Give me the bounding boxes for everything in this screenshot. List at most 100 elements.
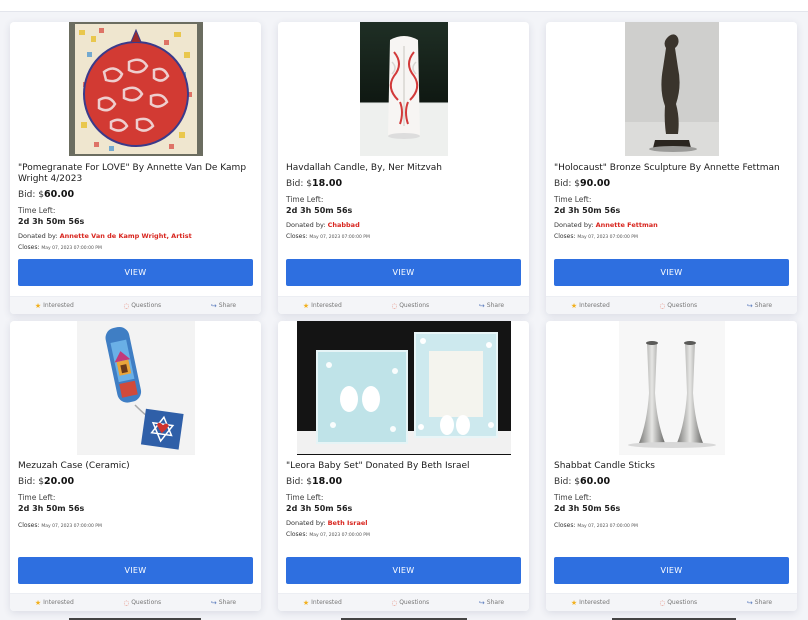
share-button[interactable]: ↪ Share xyxy=(747,302,772,310)
item-title[interactable]: "Pomegranate For LOVE" By Annette Van De… xyxy=(18,163,253,185)
comment-icon: ◌ xyxy=(659,598,666,607)
donor-name: Annette Van de Kamp Wright, Artist xyxy=(59,232,192,240)
auction-card: Havdallah Candle, By, Ner Mitzvah Bid: $… xyxy=(278,22,529,314)
star-icon: ★ xyxy=(302,598,310,607)
share-icon: ↪ xyxy=(746,598,753,607)
time-left-label: Time Left: xyxy=(18,493,56,502)
bid-amount: Bid: $60.00 xyxy=(18,189,75,200)
questions-button[interactable]: ◌ Questions xyxy=(124,302,162,310)
donated-by: Donated by: Beth Israel xyxy=(286,519,368,527)
view-button[interactable]: VIEW xyxy=(554,259,789,286)
interested-button[interactable]: ★ Interested xyxy=(303,599,342,607)
closes-date: Closes: May 07, 2023 07:00:00 PM xyxy=(18,522,102,529)
time-left-label: Time Left: xyxy=(554,195,592,204)
interested-button[interactable]: ★ Interested xyxy=(571,599,610,607)
star-icon: ★ xyxy=(34,598,42,607)
bid-amount: Bid: $60.00 xyxy=(554,476,611,487)
view-button[interactable]: VIEW xyxy=(554,557,789,584)
questions-button[interactable]: ◌ Questions xyxy=(660,599,698,607)
card-actions: ★ Interested ◌ Questions ↪ Share xyxy=(546,296,797,314)
comment-icon: ◌ xyxy=(391,598,398,607)
comment-icon: ◌ xyxy=(123,301,130,310)
time-left-value: 2d 3h 50m 56s xyxy=(554,206,621,215)
card-actions: ★ Interested ◌ Questions ↪ Share xyxy=(278,593,529,611)
donated-by: Donated by: Annette Van de Kamp Wright, … xyxy=(18,232,192,240)
share-icon: ↪ xyxy=(210,301,217,310)
questions-button[interactable]: ◌ Questions xyxy=(124,599,162,607)
closes-date: Closes: May 07, 2023 07:00:00 PM xyxy=(18,244,102,251)
auction-card: Shabbat Candle Sticks Bid: $60.00 Time L… xyxy=(546,321,797,611)
interested-button[interactable]: ★ Interested xyxy=(571,302,610,310)
item-image-candle-sticks[interactable] xyxy=(618,321,725,455)
card-actions: ★ Interested ◌ Questions ↪ Share xyxy=(546,593,797,611)
item-image-pomegranate-painting[interactable] xyxy=(68,22,203,156)
donor-name: Chabbad xyxy=(327,221,360,229)
donor-name: Annette Fettman xyxy=(595,221,658,229)
time-left-label: Time Left: xyxy=(554,493,592,502)
donated-by: Donated by: Chabbad xyxy=(286,221,360,229)
time-left-value: 2d 3h 50m 56s xyxy=(286,206,353,215)
card-actions: ★ Interested ◌ Questions ↪ Share xyxy=(10,593,261,611)
donated-by: Donated by: Annette Fettman xyxy=(554,221,658,229)
share-button[interactable]: ↪ Share xyxy=(211,302,236,310)
time-left-value: 2d 3h 50m 56s xyxy=(286,504,353,513)
comment-icon: ◌ xyxy=(123,598,130,607)
interested-button[interactable]: ★ Interested xyxy=(35,302,74,310)
view-button[interactable]: VIEW xyxy=(18,557,253,584)
bid-amount: Bid: $18.00 xyxy=(286,476,343,487)
closes-date: Closes: May 07, 2023 07:00:00 PM xyxy=(554,233,638,240)
card-actions: ★ Interested ◌ Questions ↪ Share xyxy=(278,296,529,314)
comment-icon: ◌ xyxy=(659,301,666,310)
share-icon: ↪ xyxy=(478,301,485,310)
time-left-value: 2d 3h 50m 56s xyxy=(554,504,621,513)
item-title[interactable]: "Holocaust" Bronze Sculpture By Annette … xyxy=(554,163,789,174)
auction-card: "Leora Baby Set" Donated By Beth Israel … xyxy=(278,321,529,611)
star-icon: ★ xyxy=(570,301,578,310)
bid-amount: Bid: $90.00 xyxy=(554,178,611,189)
view-button[interactable]: VIEW xyxy=(286,557,521,584)
top-bar xyxy=(0,0,808,12)
item-title[interactable]: Havdallah Candle, By, Ner Mitzvah xyxy=(286,163,521,174)
comment-icon: ◌ xyxy=(391,301,398,310)
time-left-value: 2d 3h 50m 56s xyxy=(18,504,85,513)
auction-grid: "Pomegranate For LOVE" By Annette Van De… xyxy=(10,22,797,611)
share-button[interactable]: ↪ Share xyxy=(747,599,772,607)
star-icon: ★ xyxy=(34,301,42,310)
share-icon: ↪ xyxy=(478,598,485,607)
interested-button[interactable]: ★ Interested xyxy=(35,599,74,607)
star-icon: ★ xyxy=(302,301,310,310)
item-image-bronze-sculpture[interactable] xyxy=(624,22,719,156)
item-image-baby-set[interactable] xyxy=(296,321,511,455)
time-left-label: Time Left: xyxy=(286,195,324,204)
view-button[interactable]: VIEW xyxy=(286,259,521,286)
view-button[interactable]: VIEW xyxy=(18,259,253,286)
auction-card: "Holocaust" Bronze Sculpture By Annette … xyxy=(546,22,797,314)
donor-name: Beth Israel xyxy=(327,519,368,527)
bid-amount: Bid: $20.00 xyxy=(18,476,75,487)
share-button[interactable]: ↪ Share xyxy=(211,599,236,607)
questions-button[interactable]: ◌ Questions xyxy=(392,599,430,607)
star-icon: ★ xyxy=(570,598,578,607)
item-title[interactable]: Shabbat Candle Sticks xyxy=(554,461,789,472)
share-icon: ↪ xyxy=(210,598,217,607)
bid-amount: Bid: $18.00 xyxy=(286,178,343,189)
closes-date: Closes: May 07, 2023 07:00:00 PM xyxy=(554,522,638,529)
item-image-havdallah-candle[interactable] xyxy=(359,22,448,156)
item-title[interactable]: Mezuzah Case (Ceramic) xyxy=(18,461,253,472)
auction-card: Mezuzah Case (Ceramic) Bid: $20.00 Time … xyxy=(10,321,261,611)
share-button[interactable]: ↪ Share xyxy=(479,302,504,310)
time-left-label: Time Left: xyxy=(18,206,56,215)
item-image-mezuzah-case[interactable] xyxy=(76,321,195,455)
time-left-value: 2d 3h 50m 56s xyxy=(18,217,85,226)
card-actions: ★ Interested ◌ Questions ↪ Share xyxy=(10,296,261,314)
questions-button[interactable]: ◌ Questions xyxy=(660,302,698,310)
auction-card: "Pomegranate For LOVE" By Annette Van De… xyxy=(10,22,261,314)
interested-button[interactable]: ★ Interested xyxy=(303,302,342,310)
item-title[interactable]: "Leora Baby Set" Donated By Beth Israel xyxy=(286,461,521,472)
closes-date: Closes: May 07, 2023 07:00:00 PM xyxy=(286,531,370,538)
questions-button[interactable]: ◌ Questions xyxy=(392,302,430,310)
share-icon: ↪ xyxy=(746,301,753,310)
time-left-label: Time Left: xyxy=(286,493,324,502)
closes-date: Closes: May 07, 2023 07:00:00 PM xyxy=(286,233,370,240)
share-button[interactable]: ↪ Share xyxy=(479,599,504,607)
